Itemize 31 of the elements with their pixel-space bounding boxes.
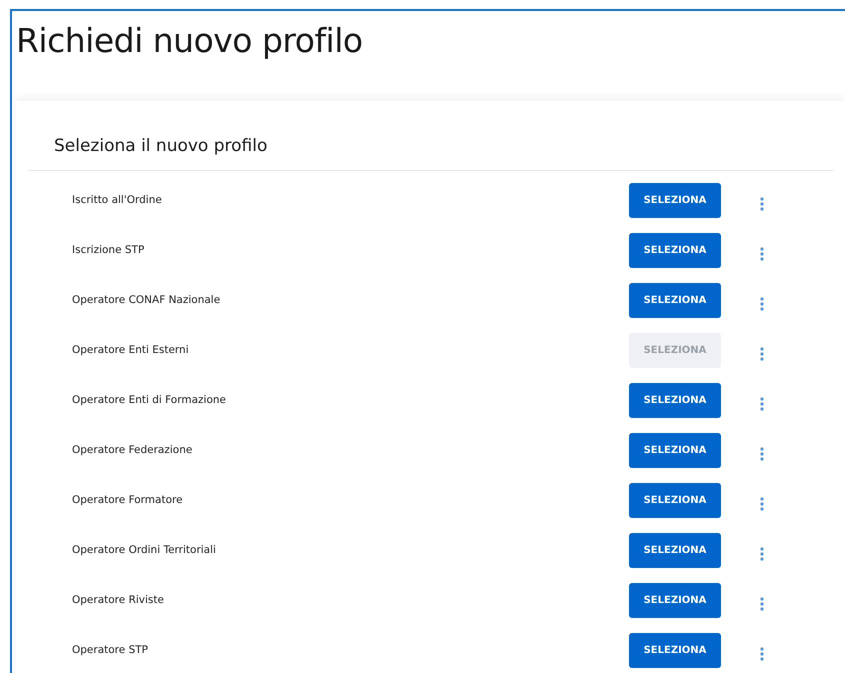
- more-options-icon[interactable]: [760, 296, 764, 310]
- profile-label: Operatore Formatore: [72, 492, 184, 508]
- profile-label: Operatore Federazione: [72, 442, 194, 458]
- more-options-icon[interactable]: [760, 546, 764, 560]
- select-button[interactable]: SELEZIONA: [629, 532, 721, 568]
- select-button[interactable]: SELEZIONA: [629, 232, 721, 268]
- page-title: Richiedi nuovo profilo: [15, 20, 364, 62]
- profile-label: Iscrizione STP: [72, 242, 146, 258]
- profile-label: Iscritto all'Ordine: [72, 192, 163, 208]
- select-button[interactable]: SELEZIONA: [629, 382, 721, 418]
- select-button[interactable]: SELEZIONA: [629, 632, 721, 668]
- profile-label: Operatore Riviste: [72, 592, 165, 608]
- profile-label: Operatore Ordini Territoriali: [72, 542, 217, 558]
- more-options-icon[interactable]: [760, 446, 764, 460]
- more-options-icon[interactable]: [760, 646, 764, 660]
- profile-label: Operatore STP: [72, 642, 149, 658]
- card-heading: Seleziona il nuovo profilo: [28, 101, 833, 170]
- more-options-icon[interactable]: [760, 396, 764, 410]
- more-options-icon[interactable]: [760, 596, 764, 610]
- select-button[interactable]: SELEZIONA: [629, 582, 721, 618]
- more-options-icon[interactable]: [760, 496, 764, 510]
- more-options-icon[interactable]: [760, 196, 764, 210]
- more-options-icon[interactable]: [760, 346, 764, 360]
- more-options-icon[interactable]: [760, 246, 764, 260]
- select-button[interactable]: SELEZIONA: [629, 432, 721, 468]
- profile-label: Operatore CONAF Nazionale: [72, 292, 222, 308]
- profile-label: Operatore Enti di Formazione: [72, 392, 227, 408]
- profile-label: Operatore Enti Esterni: [72, 342, 190, 358]
- select-button[interactable]: SELEZIONA: [629, 282, 721, 318]
- select-button[interactable]: SELEZIONA: [629, 482, 721, 518]
- select-button[interactable]: SELEZIONA: [629, 182, 721, 218]
